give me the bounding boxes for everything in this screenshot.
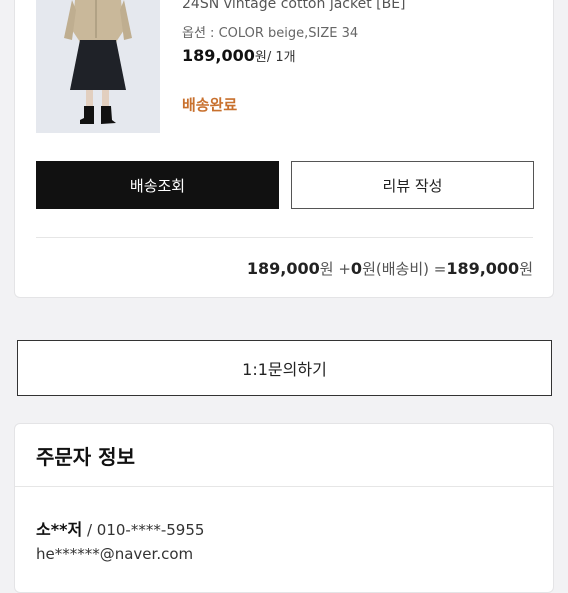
order-price-summary: 189,000원 +0원(배송비) =189,000원 bbox=[247, 258, 533, 279]
summary-total: 189,000 bbox=[446, 259, 520, 278]
orderer-email: he******@naver.com bbox=[36, 545, 194, 563]
price-amount: 189,000 bbox=[182, 46, 255, 65]
summary-total-won: 원 bbox=[519, 260, 533, 278]
product-photo-model bbox=[36, 0, 160, 133]
product-name[interactable]: 24SN vintage cotton jacket [BE] bbox=[182, 0, 406, 12]
product-thumbnail[interactable] bbox=[36, 0, 160, 133]
summary-won: 원 bbox=[319, 260, 334, 278]
track-delivery-button[interactable]: 배송조회 bbox=[36, 161, 279, 209]
section-title: 주문자 정보 bbox=[36, 445, 135, 469]
product-price: 189,000원/ 1개 bbox=[182, 46, 296, 65]
delivery-status: 배송완료 bbox=[182, 96, 238, 114]
orderer-separator: / bbox=[82, 521, 97, 539]
orderer-name-phone: 소**저 / 010-****-5955 bbox=[36, 516, 204, 540]
product-option: 옵션 : COLOR beige,SIZE 34 bbox=[182, 26, 359, 41]
section-divider bbox=[15, 486, 553, 487]
order-item-card: 24SN vintage cotton jacket [BE] 옵션 : COL… bbox=[14, 0, 554, 298]
orderer-name: 소**저 bbox=[36, 520, 83, 539]
divider bbox=[36, 237, 533, 238]
price-unit: 원/ 1개 bbox=[254, 50, 296, 65]
orderer-phone: 010-****-5955 bbox=[96, 521, 205, 539]
one-to-one-inquiry-button[interactable]: 1:1문의하기 bbox=[17, 340, 552, 396]
write-review-button[interactable]: 리뷰 작성 bbox=[291, 161, 534, 209]
summary-shipping: 0 bbox=[350, 259, 363, 278]
summary-plus: + bbox=[333, 260, 351, 278]
summary-product-total: 189,000 bbox=[246, 259, 320, 278]
summary-shipping-label: 원(배송비) = bbox=[362, 260, 447, 278]
